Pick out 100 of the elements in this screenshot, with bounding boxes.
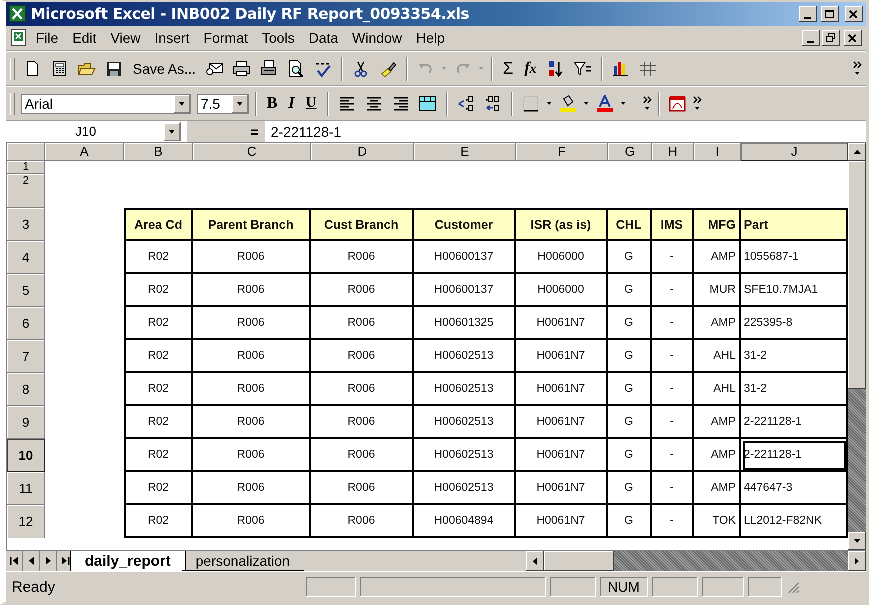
column-header[interactable]: D <box>311 143 414 161</box>
row-header[interactable]: 6 <box>7 307 45 340</box>
table-cell: R006 <box>311 373 414 406</box>
chevron-icon[interactable] <box>642 96 652 111</box>
table-cell: R006 <box>311 472 414 505</box>
menu-item[interactable]: Data <box>302 29 344 47</box>
row-header[interactable]: 9 <box>7 406 45 439</box>
table-cell: H00601325 <box>414 307 516 340</box>
row-header[interactable]: 2 <box>7 174 45 208</box>
table-cell: G <box>608 373 652 406</box>
scroll-down-button[interactable] <box>848 532 866 550</box>
row-header[interactable]: 1 <box>7 161 45 174</box>
chevron-icon[interactable] <box>692 96 702 111</box>
menu-item[interactable]: View <box>104 29 147 47</box>
status-panel <box>306 577 356 597</box>
column-header[interactable]: C <box>193 143 311 161</box>
active-cell[interactable]: 2-221128-1 <box>741 439 848 472</box>
dropdown-icon[interactable] <box>546 100 553 107</box>
column-header[interactable]: G <box>608 143 652 161</box>
menu-item[interactable]: Tools <box>256 29 301 47</box>
restore-button[interactable] <box>822 30 840 46</box>
table-cell: H00602513 <box>414 472 516 505</box>
column-header[interactable]: J <box>741 143 848 161</box>
chevron-icon[interactable] <box>853 61 862 76</box>
table-cell: G <box>608 241 652 274</box>
font-size-field[interactable]: 7.5 <box>197 94 249 114</box>
menu-item[interactable]: File <box>30 29 65 47</box>
table-cell: H006000 <box>516 241 608 274</box>
table-cell: G <box>608 340 652 373</box>
autosum-button[interactable]: Σ <box>499 56 518 80</box>
table-cell: H0061N7 <box>516 307 608 340</box>
row-header[interactable]: 8 <box>7 373 45 406</box>
sheet-tab[interactable]: personalization <box>182 551 304 571</box>
table-cell: AMP <box>694 307 741 340</box>
row-header[interactable]: 3 <box>7 208 45 241</box>
minimize-button[interactable] <box>802 30 820 46</box>
row-header[interactable]: 10 <box>7 439 45 472</box>
close-button[interactable] <box>845 6 863 22</box>
table-cell: R006 <box>311 274 414 307</box>
column-header[interactable]: F <box>516 143 608 161</box>
table-cell: - <box>652 373 694 406</box>
italic-button[interactable]: I <box>284 92 299 114</box>
table-cell: H00602513 <box>414 439 516 472</box>
menu-item[interactable]: Format <box>198 29 254 47</box>
column-heading: Customer <box>414 208 516 241</box>
select-all-button[interactable] <box>7 143 45 161</box>
scroll-thumb[interactable] <box>848 161 866 389</box>
table-cell: R02 <box>124 307 193 340</box>
menu-item[interactable]: Insert <box>148 29 196 47</box>
table-cell: R006 <box>193 307 311 340</box>
table-cell: - <box>652 241 694 274</box>
scroll-thumb[interactable] <box>544 551 614 571</box>
table-cell: H0061N7 <box>516 505 608 538</box>
row-header[interactable]: 4 <box>7 241 45 274</box>
row-header[interactable]: 5 <box>7 274 45 307</box>
status-panel <box>748 577 782 597</box>
save-as-button[interactable]: Save As... <box>129 58 200 78</box>
resize-grip-icon[interactable] <box>786 580 800 594</box>
column-header[interactable]: A <box>45 143 124 161</box>
menu-item[interactable]: Edit <box>66 29 103 47</box>
status-panel <box>702 577 744 597</box>
filter-icon <box>574 60 592 78</box>
dropdown-icon[interactable] <box>620 100 627 107</box>
scroll-right-button[interactable] <box>848 551 866 571</box>
equals-sign: = <box>187 121 265 142</box>
close-button[interactable] <box>844 30 862 46</box>
column-header[interactable]: I <box>694 143 741 161</box>
dropdown-icon <box>236 100 244 108</box>
window-title: Microsoft Excel - INB002 Daily RF Report_0093354.xls <box>31 5 470 23</box>
dropdown-icon[interactable] <box>582 100 590 107</box>
table-cell: H0061N7 <box>516 439 608 472</box>
scroll-left-button[interactable] <box>526 551 544 571</box>
column-heading: Parent Branch <box>193 208 311 241</box>
print-icon <box>233 60 252 78</box>
sheet-tab[interactable]: daily_report <box>70 551 186 571</box>
decrease-decimal-icon <box>484 94 502 112</box>
column-header[interactable]: E <box>414 143 516 161</box>
column-header[interactable]: H <box>652 143 694 161</box>
row-header[interactable]: 12 <box>7 505 45 538</box>
minimize-button[interactable] <box>799 6 817 22</box>
formula-field[interactable]: 2-221128-1 <box>271 124 864 140</box>
table-cell: H0061N7 <box>516 373 608 406</box>
row-header[interactable]: 11 <box>7 472 45 505</box>
menu-item[interactable]: Help <box>410 29 451 47</box>
table-cell: G <box>608 472 652 505</box>
table-cell: R006 <box>193 373 311 406</box>
underline-button[interactable]: U <box>302 93 321 114</box>
table-cell: R02 <box>124 505 193 538</box>
bold-button[interactable]: B <box>263 92 282 114</box>
table-cell: R006 <box>193 340 311 373</box>
menu-item[interactable]: Window <box>346 29 408 47</box>
scroll-up-button[interactable] <box>848 143 866 161</box>
row-header[interactable]: 7 <box>7 340 45 373</box>
excel-icon <box>9 5 27 23</box>
column-header[interactable]: B <box>124 143 193 161</box>
table-cell: R02 <box>124 241 193 274</box>
align-right-icon <box>392 94 410 112</box>
maximize-button[interactable] <box>821 6 839 22</box>
font-name-field[interactable]: Arial <box>21 94 191 114</box>
last-sheet-icon <box>60 556 70 566</box>
